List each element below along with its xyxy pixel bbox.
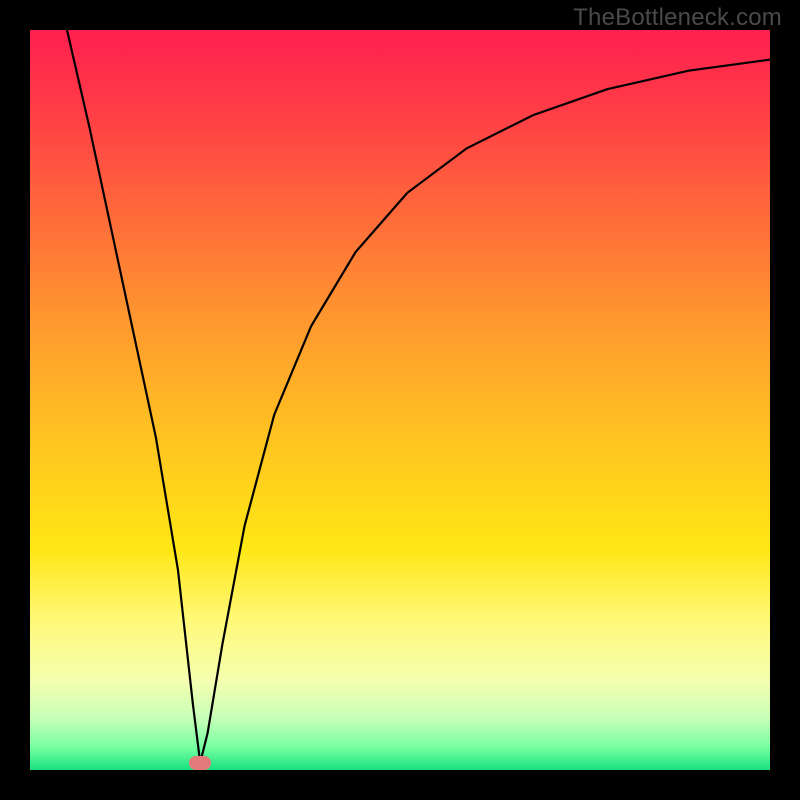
chart-plot-area	[30, 30, 770, 770]
watermark-text: TheBottleneck.com	[573, 4, 782, 32]
chart-min-marker	[189, 756, 211, 770]
chart-curve	[30, 30, 770, 770]
stage: TheBottleneck.com	[0, 0, 800, 800]
